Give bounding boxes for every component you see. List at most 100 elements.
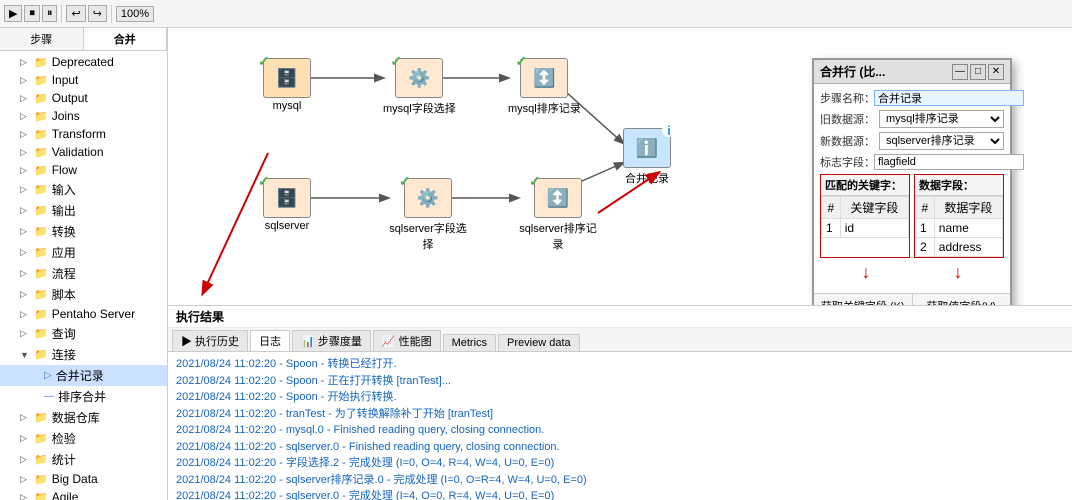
toolbar-btn-3[interactable]: ⏸ [42, 5, 58, 22]
folder-icon: 📁 [34, 110, 48, 123]
folder-icon: 📁 [34, 432, 48, 445]
expand-icon: ▷ [20, 147, 30, 158]
sidebar-item-validation[interactable]: ▷📁Validation [0, 143, 167, 161]
tree-item-label: 连接 [52, 346, 76, 363]
bottom-tab-5[interactable]: Preview data [498, 334, 580, 351]
expand-icon: ▷ [20, 454, 30, 465]
step-name-label: 步骤名称： [820, 90, 870, 106]
get-key-btn[interactable]: 获取关键字段 (K) [814, 294, 913, 305]
sidebar-item-input2[interactable]: ▷📁输入 [0, 179, 167, 200]
sidebar-item-pentaho[interactable]: ▷📁Pentaho Server [0, 305, 167, 323]
expand-icon: ▷ [20, 165, 30, 176]
bottom-tab-2[interactable]: 📊 步骤度量 [292, 330, 371, 351]
sidebar-tab-steps[interactable]: 步骤 [0, 28, 84, 50]
folder-icon: 📁 [34, 327, 48, 340]
log-line: 2021/08/24 11:02:20 - 字段选择.2 - 完成处理 (I=0… [176, 455, 1064, 472]
toolbar-btn-zoom[interactable]: 100% [116, 6, 154, 22]
sidebar-item-check[interactable]: ▷📁检验 [0, 428, 167, 449]
expand-icon: ▷ [20, 492, 30, 500]
sidebar-item-output2[interactable]: ▷📁输出 [0, 200, 167, 221]
tree-item-label: 输出 [52, 202, 76, 219]
sidebar-item-joins[interactable]: ▷📁Joins [0, 107, 167, 125]
bottom-tab-1[interactable]: 日志 [250, 330, 290, 351]
node-icon-mysql: 🗄️✓ [263, 58, 311, 98]
toolbar-btn-5[interactable]: ↪ [88, 5, 107, 22]
sidebar-item-stats[interactable]: ▷📁统计 [0, 449, 167, 470]
sidebar-item-sort-merge[interactable]: —排序合并 [0, 386, 167, 407]
sidebar-item-input[interactable]: ▷📁Input [0, 71, 167, 89]
dialog-maximize[interactable]: □ [970, 64, 986, 80]
log-line: 2021/08/24 11:02:20 - sqlserver.0 - Fini… [176, 439, 1064, 456]
sidebar-item-agile[interactable]: ▷📁Agile [0, 488, 167, 500]
bottom-tab-3[interactable]: 📈 性能图 [373, 330, 441, 351]
sidebar-item-warehouse[interactable]: ▷📁数据仓库 [0, 407, 167, 428]
table-row: 2address [916, 238, 1003, 257]
sidebar-item-query[interactable]: ▷📁查询 [0, 323, 167, 344]
field-table-title: 数据字段： [915, 175, 1003, 196]
folder-icon: 📁 [34, 183, 48, 196]
dialog-titlebar: 合并行 (比... — □ ✕ [814, 60, 1010, 84]
canvas[interactable]: 合并行 (比... — □ ✕ 步骤名称： 旧数据源： [168, 28, 1072, 305]
key-col-field: 关键字段 [840, 197, 908, 219]
bottom-tab-0[interactable]: ▶ 执行历史 [172, 330, 248, 351]
sidebar-item-script[interactable]: ▷📁脚本 [0, 284, 167, 305]
merge-dialog: 合并行 (比... — □ ✕ 步骤名称： 旧数据源： [812, 58, 1012, 305]
node-sqlserver-sort[interactable]: ↕️✓sqlserver排序记录 [518, 178, 598, 252]
node-mysql[interactable]: 🗄️✓ mysql [263, 58, 311, 112]
node-sqlserver-field[interactable]: ⚙️✓sqlserver字段选择 [388, 178, 468, 252]
node-mysql-sort[interactable]: ↕️✓mysql排序记录 [508, 58, 581, 116]
toolbar-btn-4[interactable]: ↩ [66, 5, 85, 22]
sidebar-item-bigdata[interactable]: ▷📁Big Data [0, 470, 167, 488]
dialog-tables: 匹配的关键字： # 关键字段 1id [820, 174, 1004, 258]
sidebar-item-transform2[interactable]: ▷📁转换 [0, 221, 167, 242]
node-label-sqlserver-field: sqlserver字段选择 [388, 220, 468, 252]
toolbar-btn-1[interactable]: ▶ [4, 5, 22, 22]
folder-icon: 📁 [34, 92, 48, 105]
flag-label: 标志字段： [820, 154, 870, 170]
expand-icon: ▷ [20, 328, 30, 339]
sidebar-item-output[interactable]: ▷📁Output [0, 89, 167, 107]
step-name-input[interactable] [874, 90, 1024, 106]
sidebar-item-deprecated[interactable]: ▷📁Deprecated [0, 53, 167, 71]
bottom-content: 2021/08/24 11:02:20 - Spoon - 转换已经打开.202… [168, 352, 1072, 500]
check-icon: ✓ [258, 53, 270, 70]
node-mysql-field[interactable]: ⚙️✓mysql字段选择 [383, 58, 456, 116]
table-row: 1name [916, 219, 1003, 238]
sidebar-item-connect[interactable]: ▼📁连接 [0, 344, 167, 365]
old-source-select[interactable]: mysql排序记录 [879, 110, 1004, 128]
expand-icon: ▷ [20, 57, 30, 68]
node-sqlserver[interactable]: 🗄️✓sqlserver [263, 178, 311, 232]
sidebar-item-merge-rows[interactable]: ▷合并记录 [0, 365, 167, 386]
sidebar-item-flow[interactable]: ▷📁Flow [0, 161, 167, 179]
new-source-select[interactable]: sqlserver排序记录 [879, 132, 1004, 150]
toolbar-sep-1 [61, 5, 62, 23]
expand-icon: ▷ [20, 111, 30, 122]
check-icon: ✓ [390, 53, 402, 70]
tree-item-label: Pentaho Server [52, 307, 135, 321]
sidebar-item-transform[interactable]: ▷📁Transform [0, 125, 167, 143]
expand-icon: ▷ [20, 205, 30, 216]
toolbar-btn-2[interactable]: ⏹ [24, 5, 40, 22]
old-source-row: 旧数据源： mysql排序记录 [820, 110, 1004, 128]
folder-icon: 📁 [34, 146, 48, 159]
folder-icon: 📁 [34, 348, 48, 361]
main-layout: 步骤 合并 ▷📁Deprecated▷📁Input▷📁Output▷📁Joins… [0, 28, 1072, 500]
node-merge-result[interactable]: ℹ️i合并记录 [623, 128, 671, 186]
tree-item-label: Big Data [52, 472, 98, 486]
flag-row: 标志字段： [820, 154, 1004, 170]
node-label-mysql: mysql [273, 100, 302, 112]
sidebar-tree: ▷📁Deprecated▷📁Input▷📁Output▷📁Joins▷📁Tran… [0, 51, 167, 500]
step-name-row: 步骤名称： [820, 90, 1004, 106]
flag-input[interactable] [874, 154, 1024, 170]
sidebar-item-apply[interactable]: ▷📁应用 [0, 242, 167, 263]
dialog-minimize[interactable]: — [952, 64, 968, 80]
get-field-btn[interactable]: 获取值字段(V) [913, 294, 1011, 305]
sidebar-item-flow2[interactable]: ▷📁流程 [0, 263, 167, 284]
dialog-close[interactable]: ✕ [988, 64, 1004, 80]
old-source-label: 旧数据源： [820, 111, 875, 127]
sidebar-tabs: 步骤 合并 [0, 28, 167, 51]
bottom-tab-4[interactable]: Metrics [443, 334, 496, 351]
table-row: 1id [822, 219, 909, 238]
sidebar-tab-merge[interactable]: 合并 [84, 28, 168, 50]
node-icon-sqlserver-field: ⚙️✓ [404, 178, 452, 218]
